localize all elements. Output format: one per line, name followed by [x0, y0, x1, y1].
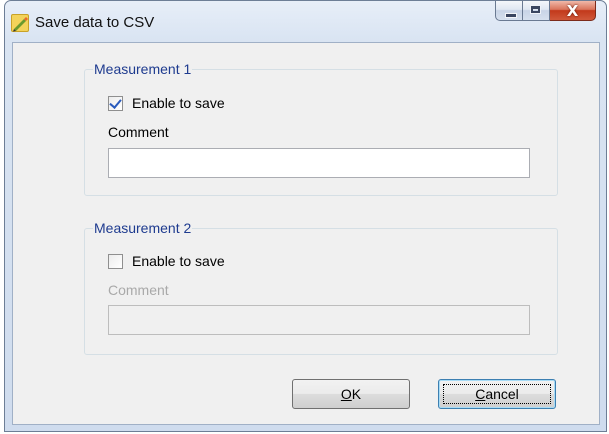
measurement-1-enable-checkbox[interactable] [108, 95, 123, 111]
close-button[interactable]: X [550, 1, 596, 21]
cancel-button-label: Cancel [475, 386, 519, 402]
cancel-button[interactable]: Cancel [438, 379, 556, 409]
measurement-2-title: Measurement 2 [93, 219, 193, 237]
measurement-2-group: Measurement 2 Enable to save Comment [84, 219, 558, 355]
minimize-icon [505, 13, 517, 18]
ok-button-label: OK [340, 386, 362, 402]
window-title: Save data to CSV [35, 14, 155, 31]
dialog-client-area: Measurement 1 Enable to save Comment Mea… [12, 42, 600, 425]
maximize-icon [530, 5, 541, 14]
title-bar[interactable]: Save data to CSV X [5, 1, 606, 43]
measurement-1-enable-row[interactable]: Enable to save [108, 95, 225, 111]
measurement-2-enable-label[interactable]: Enable to save [132, 253, 225, 269]
measurement-1-comment-input[interactable] [108, 148, 530, 178]
measurement-1-comment-label: Comment [108, 124, 169, 140]
measurement-1-group: Measurement 1 Enable to save Comment [84, 60, 558, 196]
dialog-window: Save data to CSV X Measurement 1 Enable … [4, 0, 607, 432]
close-icon: X [566, 2, 579, 20]
pencil-icon [11, 14, 29, 32]
minimize-button[interactable] [495, 1, 523, 21]
measurement-2-enable-row[interactable]: Enable to save [108, 253, 225, 269]
measurement-2-comment-input[interactable] [108, 305, 530, 335]
maximize-button[interactable] [523, 1, 550, 21]
caption-buttons: X [495, 1, 596, 23]
measurement-2-enable-checkbox[interactable] [108, 253, 123, 269]
checkmark-icon [109, 95, 122, 109]
measurement-1-enable-label[interactable]: Enable to save [132, 95, 225, 111]
ok-button[interactable]: OK [292, 379, 410, 409]
measurement-2-comment-label: Comment [108, 282, 169, 298]
measurement-1-title: Measurement 1 [93, 60, 193, 78]
